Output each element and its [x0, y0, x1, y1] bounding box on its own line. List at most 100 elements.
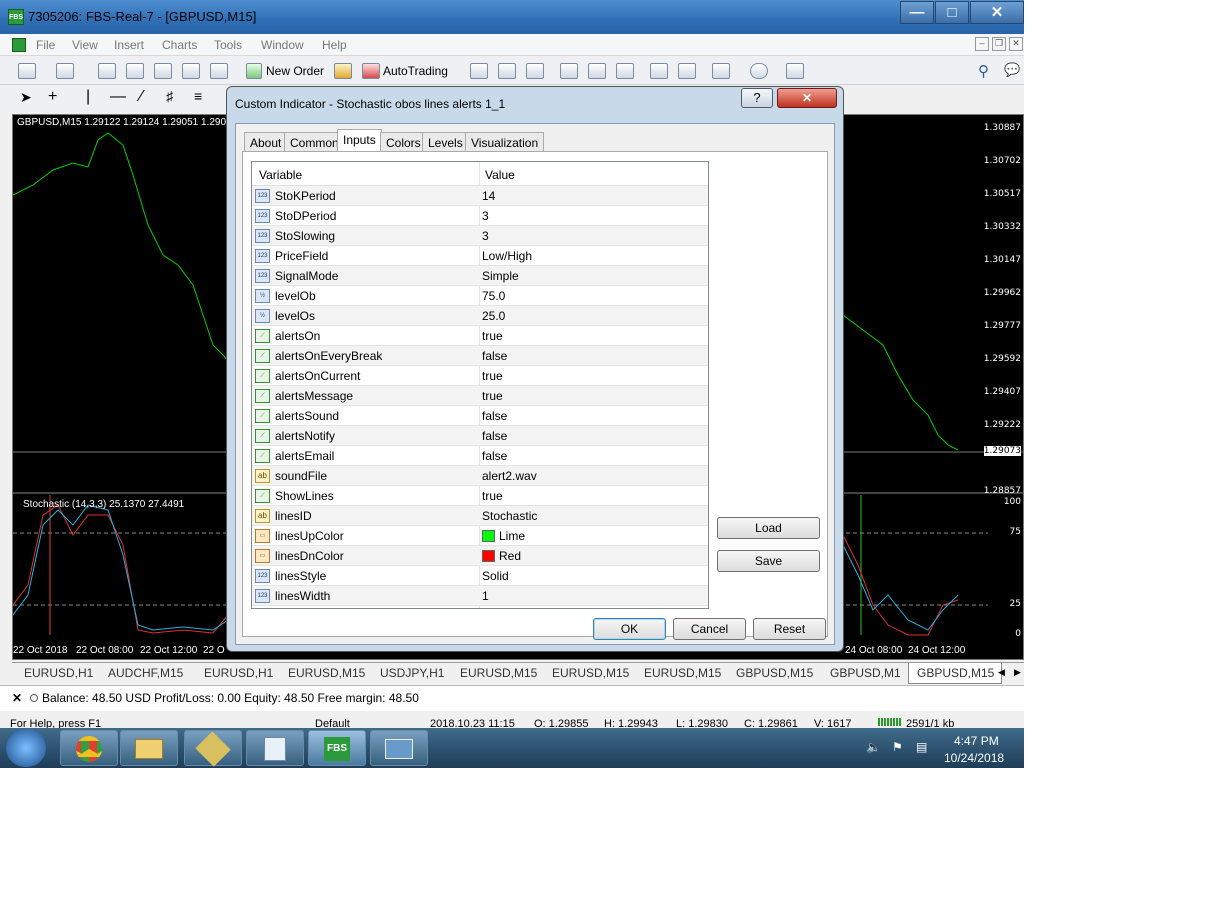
vertical-line-icon[interactable]: | — [86, 88, 90, 106]
input-row-linesstyle[interactable]: 123 linesStyle Solid — [252, 566, 708, 586]
variable-value[interactable]: 25.0 — [482, 309, 505, 323]
chart-tab[interactable]: GBPUSD,M15 — [736, 666, 813, 680]
input-row-alertsoncurrent[interactable]: ⟋ alertsOnCurrent true — [252, 366, 708, 386]
input-row-soundfile[interactable]: ab soundFile alert2.wav — [252, 466, 708, 486]
variable-value[interactable]: 14 — [482, 189, 495, 203]
line-chart-icon[interactable] — [526, 63, 544, 79]
chart-shift-icon[interactable] — [650, 63, 668, 79]
close-button[interactable]: ✕ — [970, 1, 1024, 24]
menu-file[interactable]: File — [36, 38, 55, 52]
variable-value[interactable]: false — [482, 449, 507, 463]
input-row-alertsmessage[interactable]: ⟋ alertsMessage true — [252, 386, 708, 406]
chart-tab[interactable]: EURUSD,M15 — [552, 666, 629, 680]
color-swatch[interactable] — [482, 550, 495, 562]
input-row-linesdncolor[interactable]: ▭ linesDnColor Red — [252, 546, 708, 566]
variable-value[interactable]: true — [482, 389, 503, 403]
speaker-icon[interactable]: 🔈 — [866, 740, 881, 754]
chart-tab[interactable]: EURUSD,H1 — [24, 666, 93, 680]
chart-tab[interactable]: EURUSD,M15 — [460, 666, 537, 680]
tile-windows-icon[interactable] — [616, 63, 634, 79]
market-watch-icon[interactable] — [98, 63, 116, 79]
mdi-minimize-button[interactable]: – — [975, 37, 989, 51]
variable-value[interactable]: alert2.wav — [482, 469, 537, 483]
navigator-icon[interactable] — [154, 63, 172, 79]
new-chart-icon[interactable] — [18, 63, 36, 79]
terminal-icon[interactable] — [182, 63, 200, 79]
bar-chart-icon[interactable] — [470, 63, 488, 79]
maximize-button[interactable]: □ — [935, 1, 969, 24]
clock-time[interactable]: 4:47 PM — [954, 734, 999, 748]
input-row-signalmode[interactable]: 123 SignalMode Simple — [252, 266, 708, 286]
chart-tab[interactable]: AUDCHF,M15 — [108, 666, 183, 680]
profiles-icon[interactable] — [56, 63, 74, 79]
input-row-levelos[interactable]: ½ levelOs 25.0 — [252, 306, 708, 326]
menu-view[interactable]: View — [72, 38, 98, 52]
trendline-icon[interactable]: ⁄ — [140, 88, 143, 106]
tab-colors[interactable]: Colors — [380, 132, 427, 152]
chart-tab[interactable]: EURUSD,H1 — [204, 666, 273, 680]
variable-value[interactable]: 75.0 — [482, 289, 505, 303]
chart-tab[interactable]: USDJPY,H1 — [380, 666, 444, 680]
flag-icon[interactable]: ⚑ — [892, 740, 903, 754]
variable-value[interactable]: Simple — [482, 269, 519, 283]
mdi-close-button[interactable]: ✕ — [1009, 37, 1023, 51]
chart-tab[interactable]: EURUSD,M15 — [644, 666, 721, 680]
tab-levels[interactable]: Levels — [422, 132, 469, 152]
column-value[interactable]: Value — [485, 168, 515, 182]
input-row-linesid[interactable]: ab linesID Stochastic — [252, 506, 708, 526]
input-row-pricefield[interactable]: 123 PriceField Low/High — [252, 246, 708, 266]
variable-value[interactable]: Lime — [499, 529, 525, 543]
explorer-taskbar-button[interactable] — [120, 730, 178, 766]
variable-value[interactable]: Red — [499, 549, 521, 563]
tab-scroll-left-icon[interactable]: ◀ — [998, 667, 1005, 678]
save-button[interactable]: Save — [717, 550, 820, 572]
app-taskbar-button[interactable] — [184, 730, 242, 767]
notepad-taskbar-button[interactable] — [246, 730, 304, 766]
input-row-alertssound[interactable]: ⟋ alertsSound false — [252, 406, 708, 426]
tab-common[interactable]: Common — [284, 132, 345, 152]
channel-icon[interactable]: ♯ — [166, 88, 173, 104]
horizontal-line-icon[interactable]: — — [110, 88, 126, 106]
zoom-out-icon[interactable] — [588, 63, 606, 79]
network-icon[interactable]: ▤ — [916, 740, 927, 754]
new-order-icon[interactable] — [246, 63, 262, 79]
input-row-levelob[interactable]: ½ levelOb 75.0 — [252, 286, 708, 306]
reset-button[interactable]: Reset — [753, 618, 826, 640]
tab-about[interactable]: About — [244, 132, 288, 152]
templates-icon[interactable] — [786, 63, 804, 79]
autotrading-button[interactable]: AutoTrading — [383, 64, 448, 78]
column-variable[interactable]: Variable — [259, 168, 302, 182]
variable-value[interactable]: 1 — [482, 589, 489, 603]
input-row-stokperiod[interactable]: 123 StoKPeriod 14 — [252, 186, 708, 206]
cancel-button[interactable]: Cancel — [673, 618, 746, 640]
indicators-icon[interactable] — [712, 63, 730, 79]
variable-value[interactable]: 3 — [482, 209, 489, 223]
variable-value[interactable]: true — [482, 369, 503, 383]
tab-scroll-right-icon[interactable]: ▶ — [1014, 667, 1021, 678]
chart-tab-active[interactable]: GBPUSD,M15 — [908, 663, 1002, 684]
periods-clock-icon[interactable] — [750, 63, 768, 79]
viewer-taskbar-button[interactable] — [370, 730, 428, 766]
chart-tab[interactable]: GBPUSD,M1 — [830, 666, 901, 680]
input-row-linesupcolor[interactable]: ▭ linesUpColor Lime — [252, 526, 708, 546]
autotrading-icon[interactable] — [362, 63, 380, 79]
variable-value[interactable]: Low/High — [482, 249, 532, 263]
tab-visualization[interactable]: Visualization — [465, 132, 545, 152]
input-row-stoslowing[interactable]: 123 StoSlowing 3 — [252, 226, 708, 246]
menu-charts[interactable]: Charts — [162, 38, 197, 52]
load-button[interactable]: Load — [717, 517, 820, 539]
input-row-showlines[interactable]: ⟋ ShowLines true — [252, 486, 708, 506]
help-button[interactable]: ? — [741, 88, 773, 108]
strategy-tester-icon[interactable] — [210, 63, 228, 79]
variable-value[interactable]: true — [482, 489, 503, 503]
ok-button[interactable]: OK — [593, 618, 666, 640]
candlestick-icon[interactable] — [498, 63, 516, 79]
tab-inputs[interactable]: Inputs — [337, 129, 382, 152]
input-row-alertson[interactable]: ⟋ alertsOn true — [252, 326, 708, 346]
fibonacci-icon[interactable]: ≡ — [194, 88, 202, 104]
inputs-grid[interactable]: Variable Value 123 StoKPeriod 14 123 StoDPer… — [251, 161, 709, 609]
autoscroll-icon[interactable] — [678, 63, 696, 79]
variable-value[interactable]: Stochastic — [482, 509, 537, 523]
dialog-close-button[interactable]: ✕ — [777, 88, 837, 108]
menu-tools[interactable]: Tools — [214, 38, 242, 52]
